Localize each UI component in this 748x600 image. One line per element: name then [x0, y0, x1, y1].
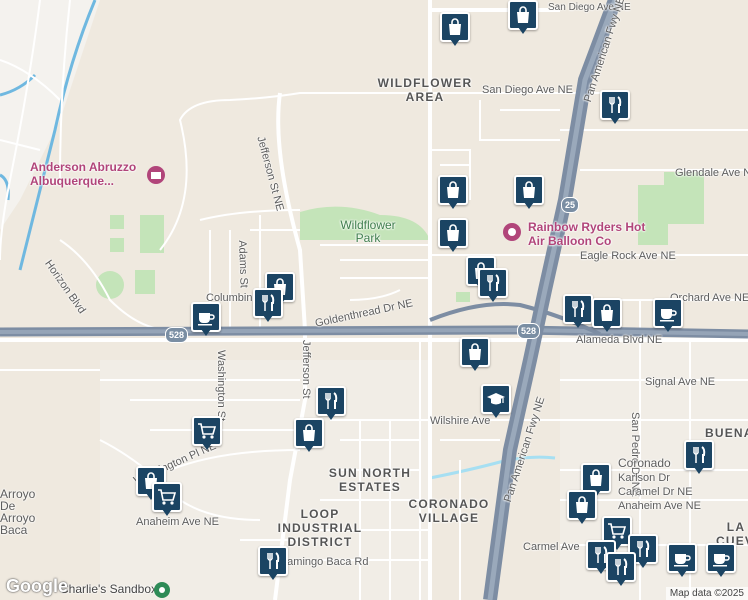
- map-pin-cart[interactable]: [152, 482, 182, 516]
- anaheim-ave-left-label: Anaheim Ave NE: [136, 516, 219, 528]
- coronado-village-label: CORONADO VILLAGE: [408, 497, 490, 525]
- caramel-dr-label: Caramel Dr NE: [618, 486, 693, 498]
- museum-icon[interactable]: [146, 165, 166, 185]
- cafe-icon: [674, 554, 691, 567]
- map-pin-bag[interactable]: [508, 0, 538, 34]
- map-pin-cup[interactable]: [191, 302, 221, 336]
- shopping-bag-icon: [576, 496, 588, 513]
- flamingo-baca-label: Flamingo Baca Rd: [278, 556, 369, 568]
- coronado-label: Coronado: [618, 456, 671, 470]
- restaurant-icon: [609, 96, 622, 113]
- map-pin-bag[interactable]: [592, 298, 622, 332]
- grocery-cart-icon: [158, 489, 177, 505]
- route-528-shield: 528: [165, 327, 189, 343]
- shopping-bag-icon: [601, 304, 613, 321]
- restaurant-icon: [572, 300, 585, 317]
- attraction-icon[interactable]: [502, 222, 522, 242]
- restaurant-icon: [262, 294, 275, 311]
- anderson-abruzzo-label[interactable]: Anderson Abruzzo Albuquerque...: [30, 160, 160, 188]
- school-icon: [487, 393, 505, 405]
- map-pin-bag[interactable]: [567, 490, 597, 524]
- charlies-sandbox-label[interactable]: Charlie's Sandbox: [60, 582, 157, 596]
- map-pin-bag[interactable]: [460, 337, 490, 371]
- shopping-bag-icon: [447, 224, 459, 241]
- jefferson-st-bottom-label: Jefferson St: [300, 340, 312, 399]
- grocery-cart-icon: [198, 423, 217, 439]
- cafe-icon: [713, 554, 730, 567]
- karlson-dr-label: Karlson Dr: [618, 472, 670, 484]
- cafe-icon: [660, 309, 677, 322]
- shopping-bag-icon: [590, 469, 602, 486]
- map-pin-fork[interactable]: [253, 288, 283, 322]
- route-528-shield-east: 528: [517, 323, 541, 339]
- interstate-25-shield: 25: [561, 197, 580, 213]
- adams-st-label: Adams St: [236, 240, 250, 289]
- shopping-bag-icon: [469, 343, 481, 360]
- san-pedro-dr-label: San Pedro Dr NE: [629, 412, 641, 497]
- google-logo: Google: [6, 576, 68, 596]
- map-pin-fork[interactable]: [600, 90, 630, 124]
- map-pin-fork[interactable]: [478, 268, 508, 302]
- glendale-ave-label: Glendale Ave NE: [675, 167, 748, 179]
- loop-industrial-label: LOOP INDUSTRIAL DISTRICT: [277, 507, 363, 549]
- map-pin-fork[interactable]: [684, 440, 714, 474]
- map-pin-cap[interactable]: [481, 384, 511, 418]
- shopping-bag-icon: [517, 6, 529, 23]
- map-attribution[interactable]: Map data ©2025: [665, 587, 748, 600]
- map-pin-bag[interactable]: [294, 418, 324, 452]
- washington-st-label: Washington St: [215, 350, 227, 422]
- rainbow-ryders-label[interactable]: Rainbow Ryders Hot Air Balloon Co: [528, 220, 648, 248]
- map-pin-cup[interactable]: [653, 298, 683, 332]
- map-pin-bag[interactable]: [514, 175, 544, 209]
- sun-north-estates-label: SUN NORTH ESTATES: [328, 466, 412, 494]
- alameda-blvd-label: Alameda Blvd NE: [576, 334, 663, 346]
- map-pin-bag[interactable]: [438, 218, 468, 252]
- map-pin-fork[interactable]: [316, 386, 346, 420]
- map-pin-fork[interactable]: [563, 294, 593, 328]
- map-pin-cart[interactable]: [192, 416, 222, 450]
- buena-label: BUENA: [705, 426, 748, 440]
- restaurant-icon: [615, 558, 628, 575]
- eagle-rock-ave-label: Eagle Rock Ave NE: [580, 250, 676, 262]
- map-canvas[interactable]: WILDFLOWER AREA San Diego Ave NE San Die…: [0, 0, 748, 600]
- shopping-bag-icon: [449, 18, 461, 35]
- shopping-bag-icon: [447, 181, 459, 198]
- anaheim-ave-right-label: Anaheim Ave NE: [618, 500, 701, 512]
- carmel-ave-label: Carmel Ave: [523, 541, 580, 553]
- shopping-bag-icon: [523, 181, 535, 198]
- restaurant-icon: [267, 552, 280, 569]
- restaurant-icon: [325, 392, 338, 409]
- map-pin-bag[interactable]: [440, 12, 470, 46]
- wildflower-area-label: WILDFLOWER AREA: [377, 76, 473, 104]
- map-pin-cup[interactable]: [706, 543, 736, 577]
- restaurant-icon: [693, 446, 706, 463]
- grocery-cart-icon: [608, 523, 627, 539]
- san-diego-ave-label: San Diego Ave NE: [482, 84, 573, 96]
- wildflower-park-label[interactable]: Wildflower Park: [332, 219, 404, 245]
- shopping-bag-icon: [303, 424, 315, 441]
- map-pin-cup[interactable]: [667, 543, 697, 577]
- cafe-icon: [198, 313, 215, 326]
- map-pin-fork[interactable]: [258, 546, 288, 580]
- signal-ave-label: Signal Ave NE: [645, 376, 716, 388]
- playground-icon[interactable]: [153, 581, 171, 599]
- map-pin-bag[interactable]: [438, 175, 468, 209]
- restaurant-icon: [487, 274, 500, 291]
- map-pin-fork[interactable]: [606, 552, 636, 586]
- arroyo-de-baca-label: Arroyo De Arroyo Baca: [0, 487, 36, 537]
- restaurant-icon: [637, 540, 650, 557]
